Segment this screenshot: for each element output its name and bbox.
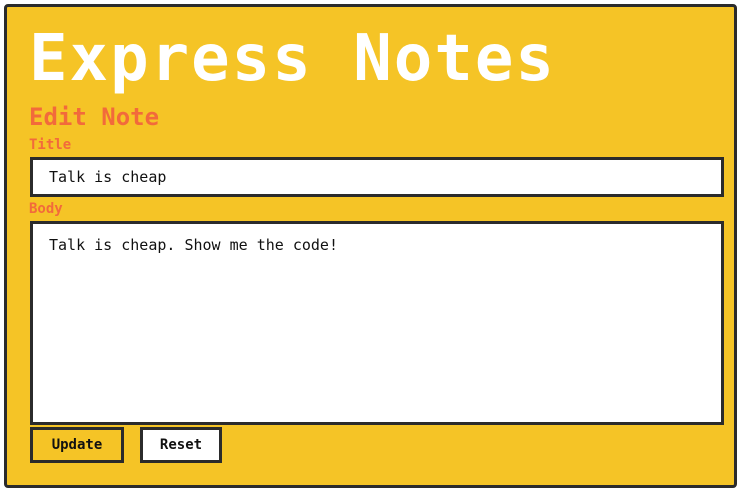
app-title: Express Notes	[29, 22, 556, 96]
reset-button[interactable]: Reset	[140, 427, 222, 463]
body-textarea[interactable]: Talk is cheap. Show me the code!	[30, 221, 724, 425]
edit-note-heading: Edit Note	[29, 103, 160, 131]
app-container: Express Notes Edit Note Title Body Talk …	[4, 4, 737, 488]
update-button[interactable]: Update	[30, 427, 124, 463]
title-input[interactable]	[30, 157, 724, 197]
body-label: Body	[29, 201, 63, 217]
title-label: Title	[29, 137, 72, 153]
